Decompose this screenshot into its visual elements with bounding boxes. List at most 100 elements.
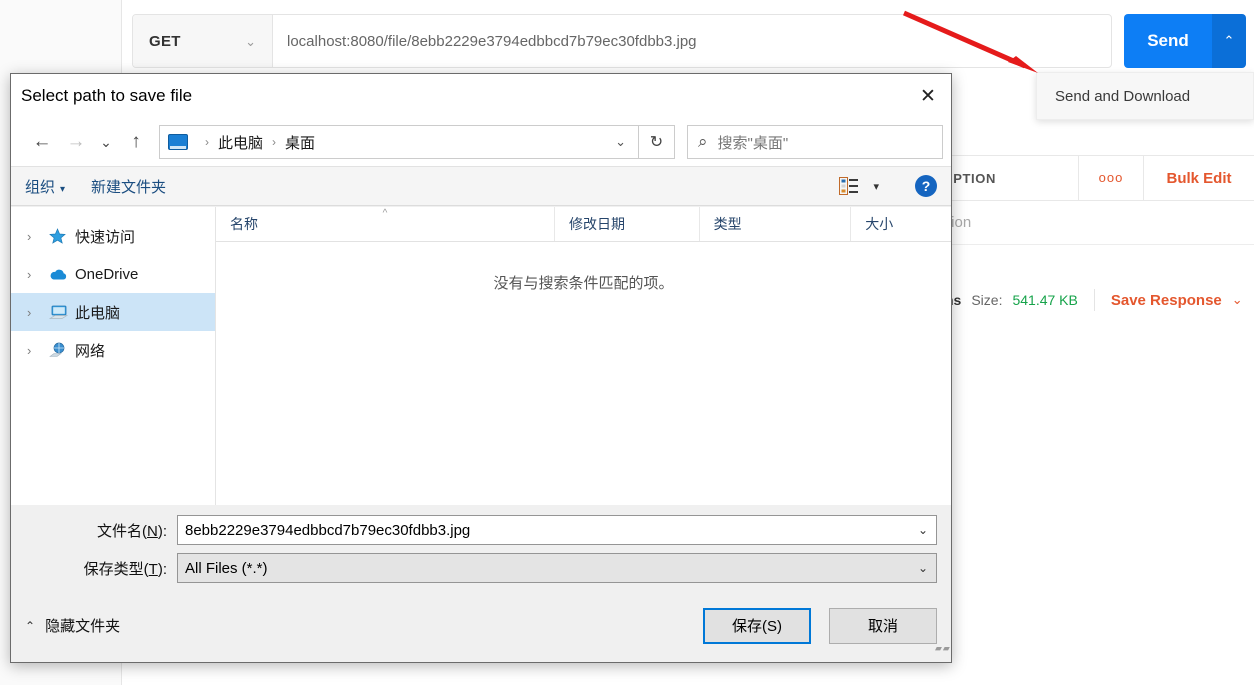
file-list-column-headers: ^ 名称 修改日期 类型 大小	[216, 207, 951, 242]
file-type-accelerator: T	[148, 560, 158, 578]
dialog-body: › 快速访问 › OneDrive › 此电脑 › 网络 ^ 名称 修改日期 类…	[11, 207, 951, 538]
save-response-button[interactable]: Save Response	[1111, 292, 1222, 309]
search-icon: ⌕	[698, 132, 708, 151]
file-name-value: 8ebb2229e3794edbbcd7b79ec30fdbb3.jpg	[185, 521, 471, 539]
new-folder-button[interactable]: 新建文件夹	[91, 176, 166, 197]
status-divider	[1093, 289, 1095, 311]
change-view-icon[interactable]	[839, 177, 859, 195]
forward-arrow-icon: →	[66, 131, 86, 152]
star-icon	[49, 227, 75, 245]
back-arrow-icon[interactable]: ←	[25, 125, 59, 159]
column-header-name[interactable]: ^ 名称	[216, 207, 556, 241]
cancel-button[interactable]: 取消	[829, 607, 937, 644]
send-and-download-menu-item[interactable]: Send and Download	[1036, 72, 1254, 120]
dialog-fields: 文件名(N): 8ebb2229e3794edbbcd7b79ec30fdbb3…	[11, 505, 951, 589]
chevron-up-icon: ⌃	[25, 618, 36, 633]
close-icon[interactable]: ✕	[905, 74, 951, 118]
http-method-select[interactable]: GET ⌄	[133, 15, 273, 67]
file-name-label-prefix: 文件名(	[96, 522, 147, 540]
this-pc-monitor-icon	[168, 134, 188, 150]
file-type-label-suffix: ):	[157, 560, 167, 578]
up-arrow-icon[interactable]: ↑	[119, 125, 153, 159]
tree-item-label: 此电脑	[75, 304, 121, 322]
file-list-pane: ^ 名称 修改日期 类型 大小 没有与搜索条件匹配的项。 ❮	[216, 207, 951, 538]
column-header-type[interactable]: 类型	[700, 207, 852, 241]
dialog-title: Select path to save file	[21, 86, 193, 105]
more-options-icon[interactable]: ooo	[1078, 155, 1144, 201]
file-name-accelerator: N	[146, 522, 158, 540]
file-type-label-prefix: 保存类型(	[83, 560, 149, 578]
breadcrumb-desktop[interactable]: 桌面	[285, 132, 315, 153]
file-name-chevron-down-icon[interactable]: ⌄	[910, 523, 936, 537]
expand-chevron-icon[interactable]: ›	[27, 305, 49, 320]
send-button[interactable]: Send	[1124, 14, 1212, 68]
breadcrumb-separator-icon: ›	[272, 135, 277, 149]
send-button-group: Send ⌃	[1124, 14, 1246, 68]
tree-item-label: OneDrive	[75, 265, 139, 283]
save-response-chevron-down-icon[interactable]: ⌄	[1232, 292, 1243, 308]
response-size-label: Size:	[971, 292, 1003, 308]
navigation-tree: › 快速访问 › OneDrive › 此电脑 › 网络	[11, 207, 216, 538]
dialog-navbar: ← → ⌄ ↑ › 此电脑 › 桌面 ⌄ ↻ ⌕ 搜索"桌面"	[11, 118, 951, 166]
dialog-toolbar: 组织 ▾ 新建文件夹 ▾ ?	[11, 166, 951, 206]
column-header-size[interactable]: 大小	[851, 207, 951, 241]
refresh-icon[interactable]: ↻	[639, 125, 675, 159]
address-chevron-down-icon[interactable]: ⌄	[609, 134, 632, 150]
column-label: 名称	[230, 216, 258, 232]
column-label: 大小	[865, 216, 894, 232]
chevron-down-icon: ▾	[60, 183, 66, 195]
recent-locations-chevron-down-icon[interactable]: ⌄	[93, 125, 119, 159]
search-input[interactable]: ⌕ 搜索"桌面"	[687, 125, 943, 159]
file-type-chevron-down-icon[interactable]: ⌄	[910, 561, 936, 575]
hide-folders-toggle[interactable]: ⌃ 隐藏文件夹	[25, 615, 120, 636]
file-type-value: All Files (*.*)	[185, 559, 268, 577]
description-column-label: IPTION	[949, 170, 996, 186]
sort-ascending-icon: ^	[382, 208, 388, 219]
search-placeholder: 搜索"桌面"	[717, 134, 789, 152]
help-icon[interactable]: ?	[915, 175, 937, 197]
file-name-label: 文件名(N):	[25, 520, 177, 541]
file-name-row: 文件名(N): 8ebb2229e3794edbbcd7b79ec30fdbb3…	[25, 515, 937, 545]
response-status-bar: ns Size: 541.47 KB Save Response ⌄	[945, 278, 1254, 322]
tree-item-this-pc[interactable]: › 此电脑	[11, 293, 215, 331]
tree-item-label: 网络	[75, 342, 106, 360]
column-label: 类型	[713, 216, 742, 232]
tree-item-label: 快速访问	[75, 228, 136, 246]
description-input-row[interactable]: tion	[945, 201, 1254, 245]
address-breadcrumb-bar[interactable]: › 此电脑 › 桌面 ⌄	[159, 125, 639, 159]
file-type-label: 保存类型(T):	[25, 558, 177, 579]
organize-label: 组织	[25, 178, 56, 196]
organize-button[interactable]: 组织 ▾	[25, 176, 65, 197]
save-file-dialog: Select path to save file ✕ ← → ⌄ ↑ › 此电脑…	[10, 73, 952, 663]
tree-item-onedrive[interactable]: › OneDrive	[11, 255, 215, 293]
empty-folder-message: 没有与搜索条件匹配的项。	[493, 275, 674, 292]
breadcrumb-this-pc[interactable]: 此电脑	[218, 132, 263, 153]
view-options-chevron-down-icon[interactable]: ▾	[873, 180, 879, 193]
hide-folders-label: 隐藏文件夹	[45, 618, 121, 635]
network-icon	[49, 342, 75, 358]
expand-chevron-icon[interactable]: ›	[27, 343, 49, 358]
chevron-down-icon: ⌄	[245, 33, 256, 49]
dialog-footer: ⌃ 隐藏文件夹 保存(S) 取消 ▰▰	[11, 589, 951, 662]
expand-chevron-icon[interactable]: ›	[27, 267, 49, 282]
column-header-date-modified[interactable]: 修改日期	[555, 207, 700, 241]
params-description-header: IPTION ooo Bulk Edit	[945, 155, 1254, 201]
http-method-label: GET	[149, 32, 181, 50]
tree-item-quick-access[interactable]: › 快速访问	[11, 217, 215, 255]
expand-chevron-icon[interactable]: ›	[27, 229, 49, 244]
file-name-label-suffix: ):	[157, 522, 167, 540]
dialog-titlebar: Select path to save file ✕	[11, 74, 951, 118]
cloud-icon	[49, 267, 75, 282]
file-type-select[interactable]: All Files (*.*) ⌄	[177, 553, 937, 583]
computer-icon	[49, 304, 75, 320]
breadcrumb-separator-icon: ›	[205, 135, 209, 149]
file-name-input[interactable]: 8ebb2229e3794edbbcd7b79ec30fdbb3.jpg ⌄	[177, 515, 937, 545]
column-label: 修改日期	[569, 216, 626, 232]
file-type-row: 保存类型(T): All Files (*.*) ⌄	[25, 553, 937, 583]
send-options-chevron-up-icon[interactable]: ⌃	[1212, 14, 1246, 68]
tree-item-network[interactable]: › 网络	[11, 331, 215, 369]
bulk-edit-button[interactable]: Bulk Edit	[1144, 170, 1254, 187]
resize-grip-icon[interactable]: ▰▰	[935, 644, 950, 658]
response-size-value: 541.47 KB	[1012, 292, 1078, 308]
save-button[interactable]: 保存(S)	[703, 607, 811, 644]
